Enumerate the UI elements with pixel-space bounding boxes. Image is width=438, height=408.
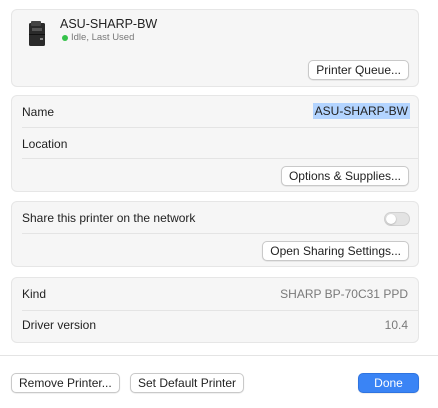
set-default-printer-button[interactable]: Set Default Printer bbox=[130, 373, 245, 393]
driver-version-label: Driver version bbox=[22, 318, 97, 332]
share-printer-toggle[interactable] bbox=[384, 212, 410, 226]
printer-icon bbox=[29, 21, 45, 46]
status-dot-icon bbox=[62, 34, 68, 41]
divider bbox=[22, 127, 418, 128]
share-printer-label: Share this printer on the network bbox=[22, 211, 196, 225]
footer-divider bbox=[0, 355, 438, 356]
printer-info-sheet: ASU-SHARP-BW Idle, Last Used Printer Que… bbox=[0, 0, 438, 408]
name-label: Name bbox=[22, 105, 55, 119]
options-supplies-button[interactable]: Options & Supplies... bbox=[280, 166, 409, 186]
printer-name: ASU-SHARP-BW bbox=[60, 17, 158, 31]
printer-details-group: Name ASU-SHARP-BW Location Options & Sup… bbox=[11, 95, 419, 192]
kind-label: Kind bbox=[22, 287, 47, 301]
remove-printer-button[interactable]: Remove Printer... bbox=[11, 373, 120, 393]
printer-info-group: Kind SHARP BP-70C31 PPD Driver version 1… bbox=[11, 277, 419, 343]
printer-status: Idle, Last Used bbox=[62, 32, 134, 43]
open-sharing-settings-button[interactable]: Open Sharing Settings... bbox=[262, 241, 409, 261]
kind-value: SHARP BP-70C31 PPD bbox=[280, 287, 408, 301]
divider bbox=[22, 158, 418, 159]
divider bbox=[22, 310, 418, 311]
printer-header-group: ASU-SHARP-BW Idle, Last Used Printer Que… bbox=[11, 9, 419, 87]
location-label: Location bbox=[22, 137, 68, 151]
driver-version-value: 10.4 bbox=[384, 318, 408, 332]
printer-queue-button[interactable]: Printer Queue... bbox=[308, 60, 409, 80]
divider bbox=[22, 233, 418, 234]
done-button[interactable]: Done bbox=[358, 373, 419, 393]
printer-status-text: Idle, Last Used bbox=[71, 32, 135, 43]
sharing-group: Share this printer on the network Open S… bbox=[11, 201, 419, 267]
name-field[interactable]: ASU-SHARP-BW bbox=[312, 103, 410, 119]
toggle-knob bbox=[386, 214, 396, 224]
